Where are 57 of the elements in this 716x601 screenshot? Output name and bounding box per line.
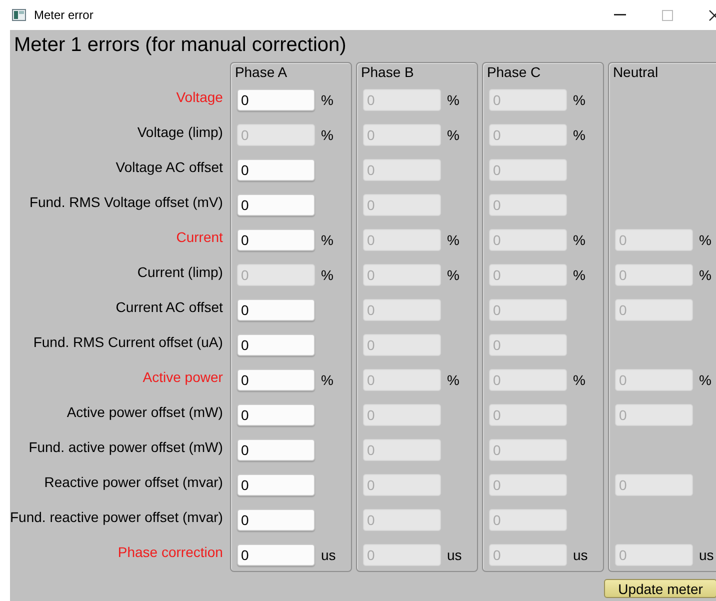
panel-title: Neutral: [612, 64, 658, 81]
unit-label: %: [320, 372, 334, 388]
field-label: Current (limp): [136, 263, 224, 282]
unit-label: %: [446, 92, 460, 108]
unit-label: %: [572, 92, 586, 108]
unit-label: %: [446, 232, 460, 248]
value-field[interactable]: 0: [236, 474, 315, 496]
field-label: Voltage: [175, 88, 224, 107]
value-field[interactable]: 0: [236, 438, 315, 460]
value-field[interactable]: 0: [236, 544, 315, 566]
unit-label: %: [572, 372, 586, 388]
field-label: Phase correction: [116, 543, 224, 562]
value-field[interactable]: 0: [236, 228, 315, 250]
unit-label: %: [446, 372, 460, 388]
field-label: Active power: [142, 368, 224, 387]
form-heading: Meter 1 errors (for manual correction): [13, 33, 348, 58]
unit-label: %: [698, 232, 712, 248]
unit-label: %: [320, 92, 334, 108]
value-field[interactable]: 0: [236, 368, 315, 390]
unit-label: us: [572, 546, 588, 562]
value-field[interactable]: 0: [236, 298, 315, 320]
value-field[interactable]: 0: [236, 508, 315, 530]
update-meter-button[interactable]: Update meter: [604, 579, 716, 598]
field-label: Voltage AC offset: [114, 158, 224, 177]
value-field[interactable]: 0: [236, 194, 315, 216]
unit-label: us: [446, 546, 462, 562]
minimize-icon[interactable]: [614, 14, 626, 16]
unit-label: %: [446, 126, 460, 142]
panel-title: Phase B: [360, 64, 414, 81]
field-label: Reactive power offset (mvar): [43, 473, 224, 492]
unit-label: %: [320, 232, 334, 248]
field-label: Fund. reactive power offset (mvar): [10, 508, 224, 527]
unit-label: us: [320, 546, 336, 562]
unit-label: %: [572, 232, 586, 248]
field-label: Fund. RMS Current offset (uA): [32, 333, 224, 352]
field-label: Current AC offset: [114, 298, 224, 317]
value-field[interactable]: 0: [236, 158, 315, 180]
unit-label: %: [446, 266, 460, 282]
unit-label: %: [698, 372, 712, 388]
value-field[interactable]: 0: [236, 404, 315, 426]
unit-label: %: [320, 266, 334, 282]
field-label: Active power offset (mW): [66, 403, 224, 422]
panel-title: Phase A: [234, 64, 288, 81]
value-field[interactable]: 0: [236, 334, 315, 356]
unit-label: us: [698, 546, 714, 562]
field-label: Fund. active power offset (mW): [28, 438, 224, 457]
window-title: Meter error: [34, 8, 94, 22]
value-field[interactable]: 0: [236, 88, 315, 110]
field-label: Voltage (limp): [136, 123, 224, 142]
field-label: Current: [175, 228, 224, 247]
unit-label: %: [320, 126, 334, 142]
unit-label: %: [698, 266, 712, 282]
panel-title: Phase C: [486, 64, 541, 81]
unit-label: %: [572, 266, 586, 282]
unit-label: %: [572, 126, 586, 142]
field-label: Fund. RMS Voltage offset (mV): [28, 193, 224, 212]
app-icon: [12, 9, 26, 21]
